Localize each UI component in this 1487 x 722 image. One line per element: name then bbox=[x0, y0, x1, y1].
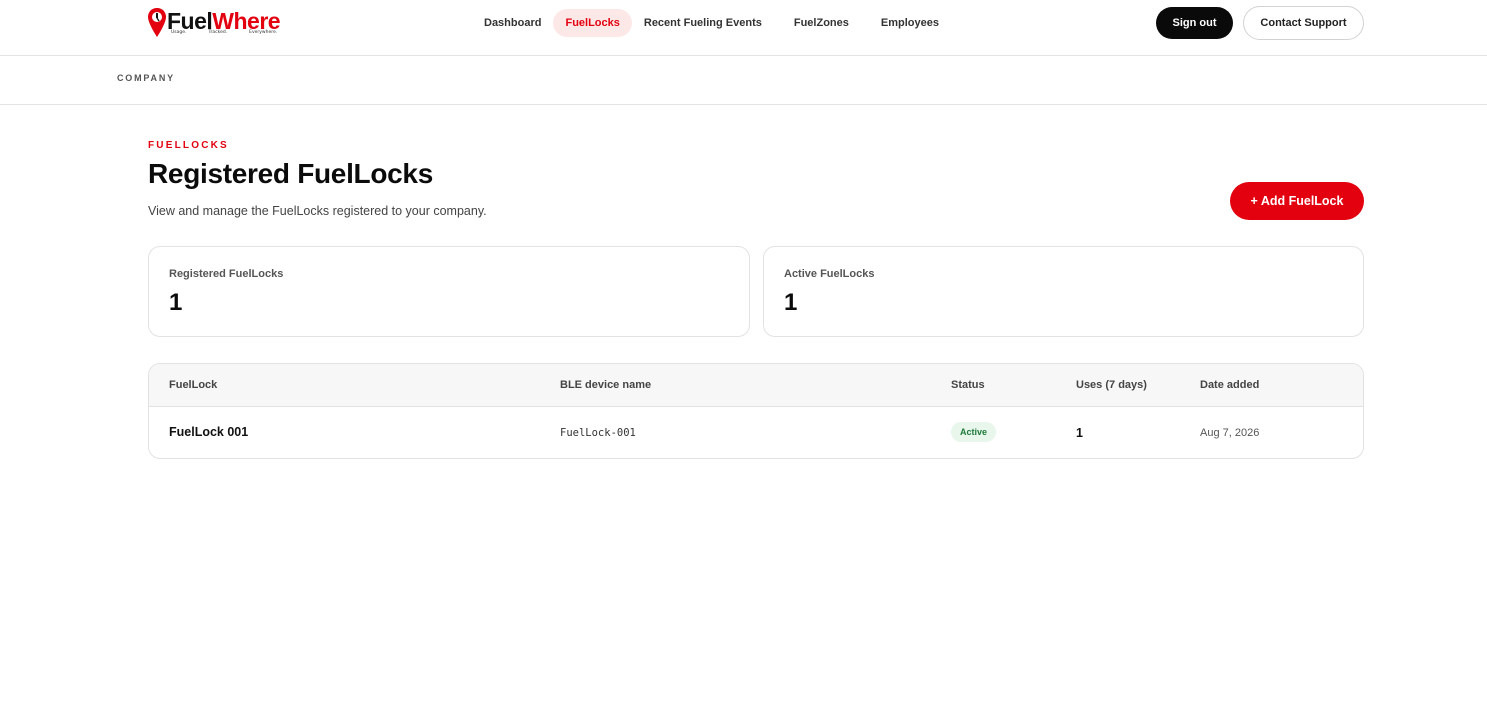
fuellocks-table: FuelLock BLE device name Status Uses (7 … bbox=[148, 363, 1364, 459]
date-added: Aug 7, 2026 bbox=[1200, 427, 1260, 439]
table-row[interactable]: FuelLock 001 FuelLock-001 Active 1 Aug 7… bbox=[149, 407, 1363, 458]
stat-label: Active FuelLocks bbox=[784, 268, 875, 280]
fuelwhere-logo[interactable]: FuelWhere Usage. Tracked. Everywhere. bbox=[147, 7, 292, 39]
stat-card-active: Active FuelLocks 1 bbox=[763, 246, 1364, 337]
stat-value: 1 bbox=[784, 289, 798, 316]
nav-fuelzones[interactable]: FuelZones bbox=[782, 9, 861, 37]
add-fuellock-button[interactable]: + Add FuelLock bbox=[1230, 182, 1364, 220]
status-badge: Active bbox=[951, 422, 997, 442]
column-header-uses[interactable]: Uses (7 days) bbox=[1076, 379, 1147, 391]
nav-employees[interactable]: Employees bbox=[869, 9, 951, 37]
column-header-ble-device-name[interactable]: BLE device name bbox=[560, 379, 651, 391]
section-eyebrow: FUELLOCKS bbox=[148, 140, 229, 151]
stat-card-registered: Registered FuelLocks 1 bbox=[148, 246, 750, 337]
fuellock-name[interactable]: FuelLock 001 bbox=[169, 425, 248, 439]
top-navigation-bar: FuelWhere Usage. Tracked. Everywhere. Dash… bbox=[0, 0, 1487, 56]
nav-fuellocks[interactable]: FuelLocks bbox=[553, 9, 632, 37]
nav-recent-fueling-events[interactable]: Recent Fueling Events bbox=[632, 9, 774, 37]
logo-tagline: Usage. Tracked. Everywhere. bbox=[171, 30, 278, 35]
breadcrumb-bar: COMPANY bbox=[0, 56, 1487, 105]
table-header: FuelLock BLE device name Status Uses (7 … bbox=[149, 364, 1363, 407]
main-nav: Dashboard FuelLocks Recent Fueling Event… bbox=[472, 9, 951, 37]
nav-dashboard[interactable]: Dashboard bbox=[472, 9, 553, 37]
contact-support-button[interactable]: Contact Support bbox=[1243, 6, 1364, 40]
column-header-status[interactable]: Status bbox=[951, 379, 985, 391]
page-title: Registered FuelLocks bbox=[148, 158, 433, 189]
ble-device-name: FuelLock-001 bbox=[560, 427, 636, 439]
column-header-fuellock[interactable]: FuelLock bbox=[169, 379, 217, 391]
stat-value: 1 bbox=[169, 289, 183, 316]
stat-label: Registered FuelLocks bbox=[169, 268, 284, 280]
breadcrumb[interactable]: COMPANY bbox=[117, 73, 175, 83]
location-pin-icon bbox=[148, 8, 166, 37]
sign-out-button[interactable]: Sign out bbox=[1156, 7, 1233, 39]
column-header-date-added[interactable]: Date added bbox=[1200, 379, 1259, 391]
uses-count: 1 bbox=[1076, 426, 1083, 440]
page-subtitle: View and manage the FuelLocks registered… bbox=[148, 204, 487, 218]
